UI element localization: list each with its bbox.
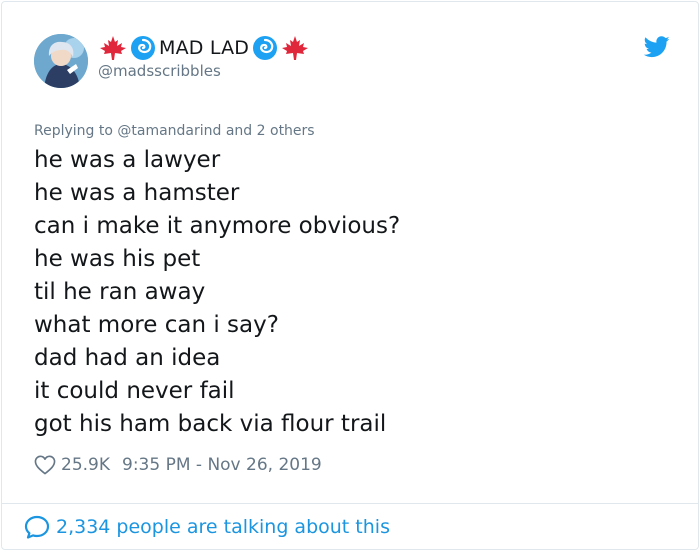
- maple-leaf-icon: [98, 35, 128, 61]
- tweet-meta: 25.9K 9:35 PM - Nov 26, 2019: [34, 453, 322, 477]
- tweet-card: MAD LAD @madsscribbles Replying to @tama…: [1, 1, 699, 550]
- twitter-logo-icon[interactable]: [643, 36, 670, 58]
- author-display-name[interactable]: MAD LAD: [159, 37, 249, 59]
- tweet-line: what more can i say?: [34, 312, 279, 338]
- divider: [2, 503, 698, 504]
- tweet-line: he was a hamster: [34, 180, 240, 206]
- timestamp[interactable]: 9:35 PM - Nov 26, 2019: [122, 455, 322, 475]
- tweet-line: got his ham back via flour trail: [34, 411, 387, 437]
- reply-context[interactable]: Replying to @tamandarind and 2 others: [34, 123, 315, 139]
- like-count[interactable]: 25.9K: [61, 455, 110, 475]
- tweet-line: dad had an idea: [34, 345, 221, 371]
- conversation-link[interactable]: 2,334 people are talking about this: [24, 514, 390, 540]
- cyclone-icon: [128, 35, 158, 61]
- tweet-line: til he ran away: [34, 279, 206, 305]
- tweet-line: it could never fail: [34, 378, 235, 404]
- avatar[interactable]: [34, 34, 88, 88]
- heart-icon[interactable]: [34, 455, 56, 475]
- tweet-text: he was a lawyer he was a hamster can i m…: [34, 144, 400, 441]
- tweet-line: he was his pet: [34, 246, 201, 272]
- maple-leaf-icon: [280, 35, 310, 61]
- author-handle[interactable]: @madsscribbles: [98, 62, 221, 80]
- tweet-line: he was a lawyer: [34, 147, 221, 173]
- conversation-count[interactable]: 2,334 people are talking about this: [56, 516, 390, 538]
- tweet-line: can i make it anymore obvious?: [34, 213, 401, 239]
- author-name-row[interactable]: MAD LAD: [98, 34, 310, 62]
- cyclone-icon: [250, 35, 280, 61]
- speech-bubble-icon: [24, 515, 50, 539]
